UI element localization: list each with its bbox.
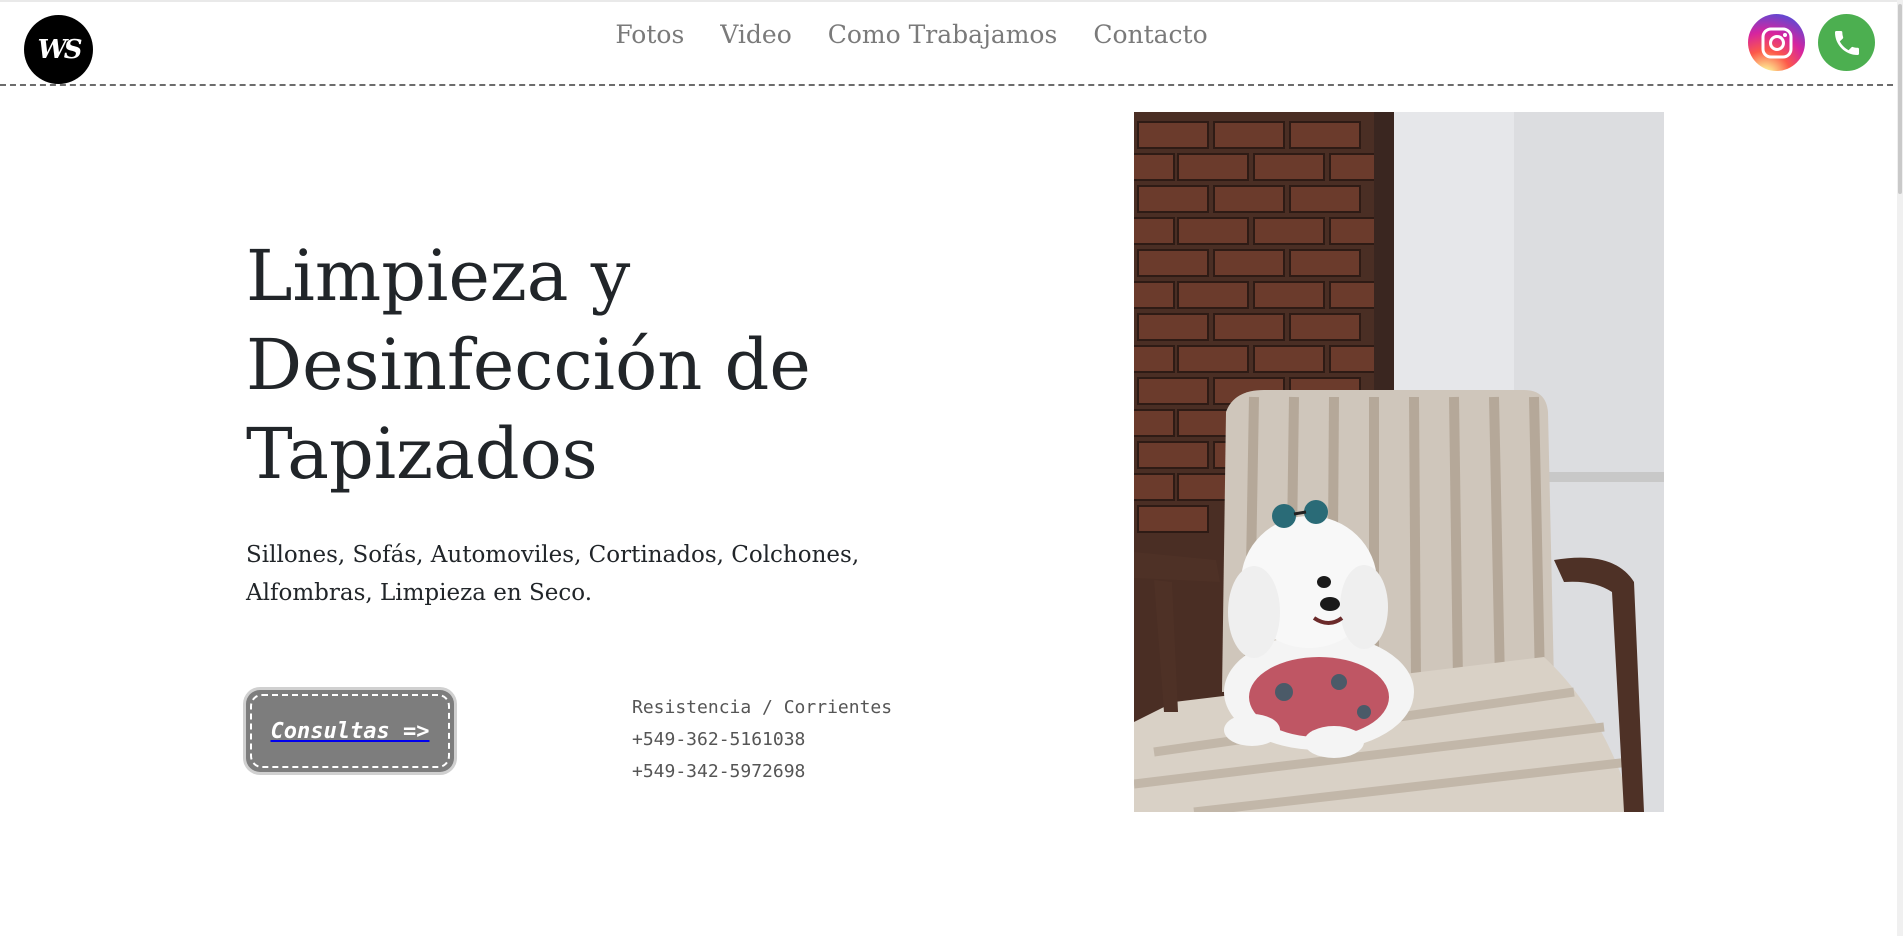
location-text: Resistencia / Corrientes [632, 697, 893, 718]
hero-subtitle: Sillones, Sofás, Automoviles, Cortinados… [246, 542, 860, 606]
page-scrollbar-thumb[interactable] [1898, 4, 1902, 194]
site-header: WS Fotos Video Como Trabajamos Contacto [0, 0, 1903, 86]
nav-link-fotos[interactable]: Fotos [615, 14, 684, 56]
nav-link-contacto[interactable]: Contacto [1093, 14, 1207, 56]
instagram-button[interactable] [1748, 14, 1805, 71]
dog-on-armchair-photo [1134, 112, 1664, 812]
nav-link-como-trabajamos[interactable]: Como Trabajamos [828, 14, 1058, 56]
photo-illustration [1134, 112, 1664, 812]
consultas-button-label: Consultas => [270, 718, 430, 744]
hero-title: Limpieza y Desinfección de Tapizados [246, 235, 811, 495]
phone-number-1: +549-362-5161038 [632, 729, 806, 750]
phone-number-2: +549-342-5972698 [632, 761, 806, 782]
phone-icon [1834, 30, 1859, 55]
main-nav: Fotos Video Como Trabajamos Contacto [0, 14, 1903, 56]
instagram-icon [1761, 27, 1792, 58]
phone-button[interactable] [1818, 14, 1875, 71]
contact-info: Resistencia / Corrientes +549-362-516103… [632, 692, 892, 788]
consultas-button[interactable]: Consultas => [246, 690, 454, 772]
nav-link-video[interactable]: Video [720, 14, 791, 56]
